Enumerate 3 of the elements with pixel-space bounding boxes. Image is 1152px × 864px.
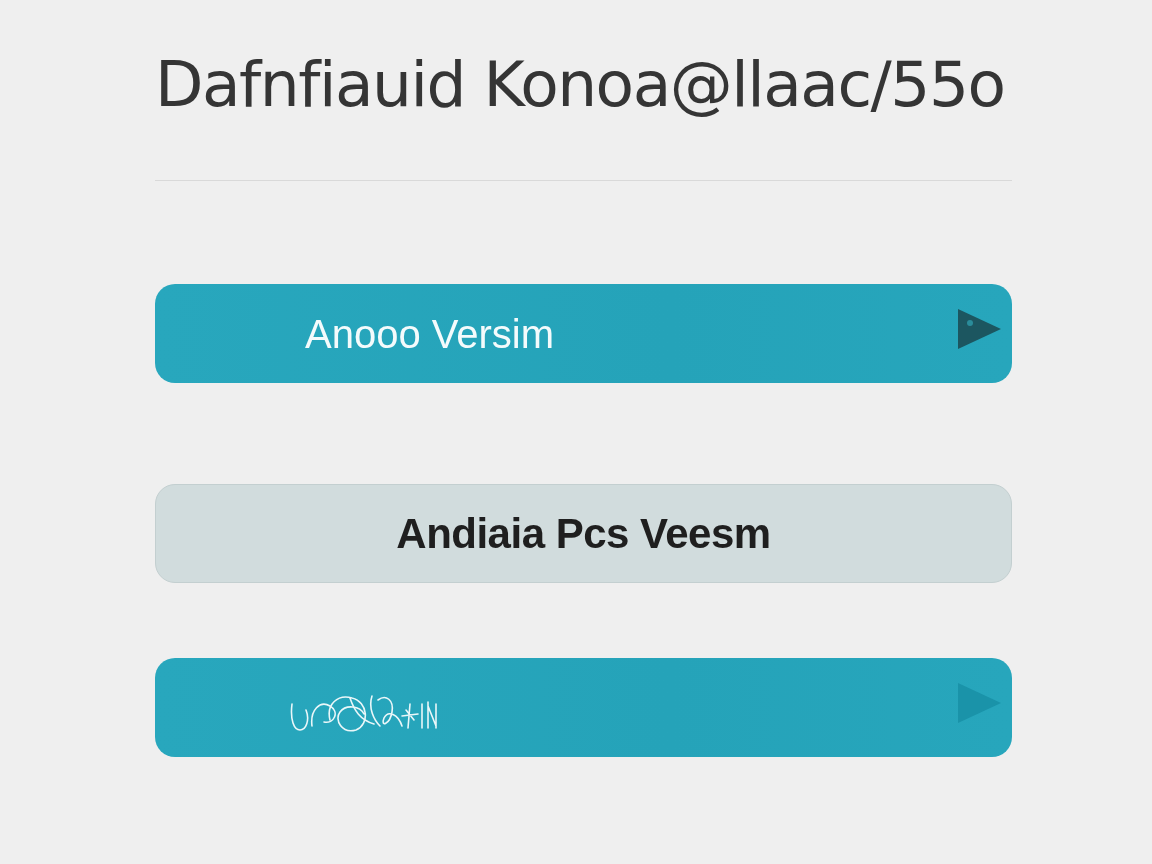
option-button[interactable]: Andiaia Pcs Veesm: [155, 484, 1012, 583]
option-button[interactable]: [155, 658, 1012, 757]
page-title: Dafnfiauid Konoa@llaac/55o: [155, 50, 1005, 120]
